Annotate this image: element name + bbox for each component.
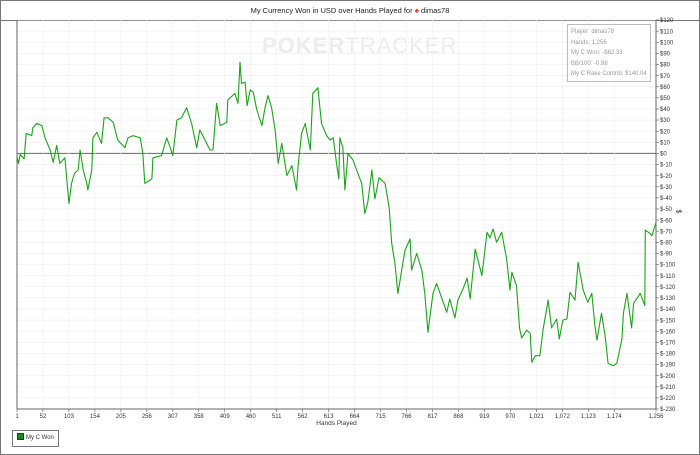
summary-tooltip: Player: dimas78 Hands: 1,256 My C Won: -… (567, 24, 651, 82)
y-tick-label: $-150 (660, 318, 676, 324)
legend-swatch (17, 433, 24, 440)
y-tick-label: $-140 (660, 307, 676, 313)
y-tick-label: $0 (660, 152, 667, 158)
y-tick-label: $50 (660, 96, 671, 102)
y-tick-label: $-210 (660, 385, 676, 391)
y-tick-label: $20 (660, 129, 671, 135)
y-tick-label: $-110 (660, 274, 676, 280)
tooltip-bb100: BB/100: -0.98 (571, 60, 608, 67)
tooltip-hands: Hands: 1,256 (571, 39, 607, 46)
y-tick-label: $-100 (660, 263, 676, 269)
y-tick-label: $-10 (660, 163, 673, 169)
y-tick-label: $-70 (660, 229, 673, 235)
legend[interactable]: My C Won (12, 430, 59, 447)
tooltip-rake: My C Rake Contrib: $140.04 (571, 71, 647, 78)
x-axis-label: Hands Played (316, 420, 357, 427)
y-tick-label: $40 (660, 107, 671, 113)
y-tick-label: $60 (660, 85, 671, 91)
y-tick-label: $-170 (660, 341, 676, 347)
tooltip-won: My C Won: -$62.33 (571, 50, 623, 57)
y-tick-label: $110 (660, 29, 674, 35)
y-tick-label: $-20 (660, 174, 673, 180)
y-tick-label: $-90 (660, 252, 673, 258)
y-axis-label: $ (674, 209, 682, 214)
y-tick-label: $80 (660, 63, 671, 69)
y-tick-label: $-180 (660, 352, 676, 358)
y-tick-label: $-120 (660, 285, 676, 291)
y-tick-label: $-30 (660, 185, 673, 191)
y-tick-label: $90 (660, 52, 671, 58)
y-tick-label: $-200 (660, 374, 676, 380)
y-tick-label: $-60 (660, 218, 673, 224)
y-tick-label: $-130 (660, 296, 676, 302)
y-tick-label: $-80 (660, 240, 673, 246)
y-tick-label: $-190 (660, 363, 676, 369)
y-tick-label: $-230 (660, 407, 676, 413)
legend-label: My C Won (26, 435, 54, 441)
y-tick-label: $-50 (660, 207, 673, 213)
tooltip-player: Player: dimas78 (571, 29, 615, 35)
y-tick-label: $-160 (660, 329, 676, 335)
y-tick-label: $-40 (660, 196, 673, 202)
y-tick-label: $100 (660, 40, 674, 46)
y-tick-label: $30 (660, 118, 671, 124)
y-tick-label: $-220 (660, 396, 676, 402)
y-tick-label: $120 (660, 18, 674, 24)
y-tick-label: $70 (660, 74, 671, 80)
y-tick-label: $10 (660, 140, 671, 146)
